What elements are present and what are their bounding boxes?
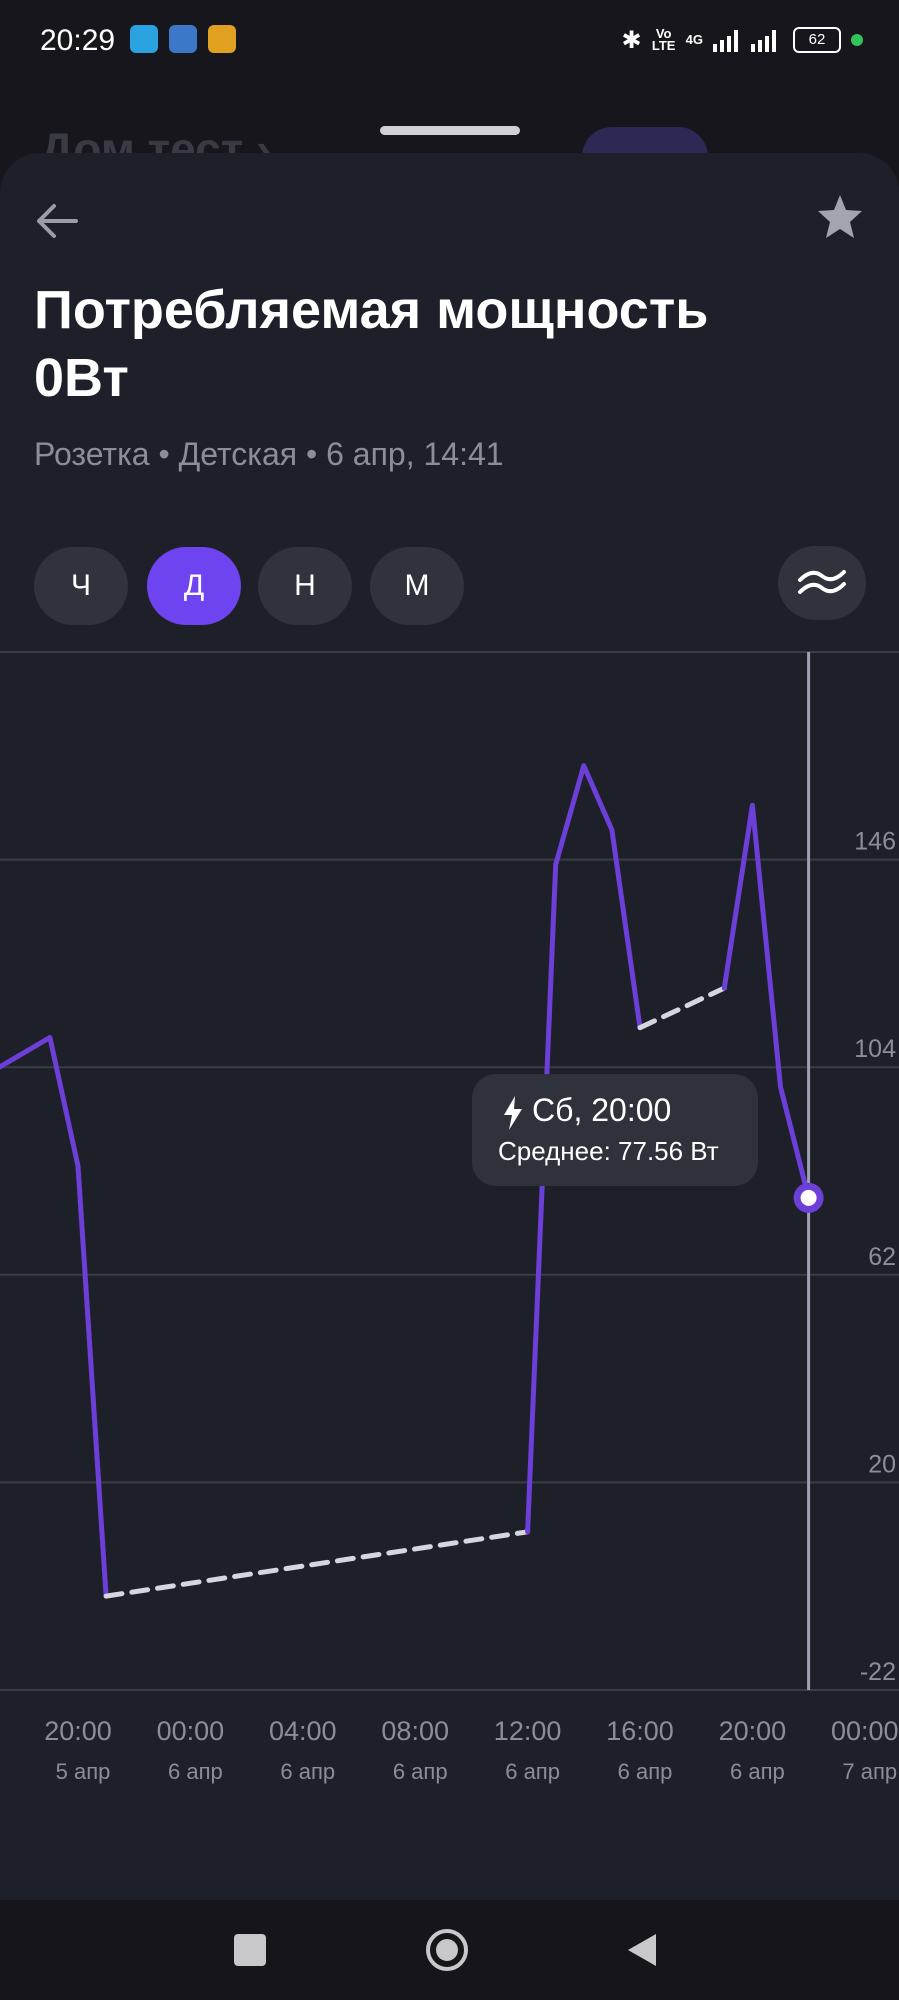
x-tick-time: 04:00 bbox=[269, 1716, 337, 1746]
x-tick-date: 5 апр bbox=[56, 1759, 111, 1784]
y-tick-label: -22 bbox=[860, 1658, 896, 1686]
x-tick-date: 6 апр bbox=[505, 1759, 560, 1784]
lightning-icon bbox=[504, 1096, 522, 1130]
series-gap-line bbox=[103, 1529, 531, 1599]
sheet-grab-handle[interactable] bbox=[380, 126, 520, 135]
x-tick-time: 12:00 bbox=[494, 1716, 562, 1746]
x-tick-date: 6 апр bbox=[280, 1759, 335, 1784]
x-tick-date: 6 апр bbox=[168, 1759, 223, 1784]
x-tick-date: 6 апр bbox=[393, 1759, 448, 1784]
device-subtitle: Розетка • Детская • 6 апр, 14:41 bbox=[34, 436, 504, 472]
status-icons: ✱ Vo LTE 4G 62 bbox=[622, 24, 863, 56]
y-tick-label: 62 bbox=[868, 1243, 896, 1271]
y-tick-label: 20 bbox=[868, 1450, 896, 1478]
highlight-point-center bbox=[800, 1189, 817, 1206]
x-tick-date: 6 апр bbox=[730, 1759, 785, 1784]
x-tick-time: 08:00 bbox=[381, 1716, 449, 1746]
x-tick-time: 20:00 bbox=[44, 1716, 112, 1746]
volte-label: Vo LTE bbox=[651, 26, 676, 53]
system-nav-bar bbox=[0, 1900, 899, 2000]
title-metric: Потребляемая мощность bbox=[34, 280, 709, 340]
recents-icon[interactable] bbox=[230, 1930, 270, 1970]
title-value: 0Вт bbox=[34, 348, 129, 408]
status-bar: 20:29 ✱ Vo LTE 4G 62 bbox=[0, 0, 899, 82]
status-time: 20:29 bbox=[40, 24, 116, 57]
x-tick-time: 16:00 bbox=[606, 1716, 674, 1746]
x-tick-date: 7 апр bbox=[842, 1759, 897, 1784]
battery-icon: 62 bbox=[793, 27, 841, 53]
info-app-icon bbox=[208, 25, 236, 53]
telegram-icon bbox=[130, 25, 158, 53]
power-chart[interactable]: 146 104 62 20 -22 20:00 5 апр 00:00 6 апр 04:00 6 … bbox=[0, 494, 899, 1794]
page-title: Потребляемая мощность 0Вт bbox=[34, 276, 854, 412]
x-tick-time: 00:00 bbox=[831, 1716, 899, 1746]
signal-icon bbox=[713, 30, 776, 52]
x-tick-time: 20:00 bbox=[719, 1716, 787, 1746]
series-gap-line bbox=[637, 985, 727, 1031]
back-nav-icon[interactable] bbox=[622, 1930, 662, 1970]
background-page: Дом тест › bbox=[0, 82, 899, 187]
favorite-star-icon[interactable] bbox=[812, 189, 868, 245]
privacy-indicator bbox=[851, 34, 863, 46]
tooltip-title: Сб, 20:00 bbox=[532, 1092, 672, 1128]
network-type: 4G bbox=[685, 32, 703, 47]
series-line bbox=[0, 1035, 109, 1599]
gallery-app-icon bbox=[169, 25, 197, 53]
tooltip-value: Среднее: 77.56 Вт bbox=[498, 1136, 719, 1166]
chart-tooltip: Сб, 20:00 Среднее: 77.56 Вт bbox=[472, 1074, 758, 1186]
y-tick-label: 104 bbox=[854, 1035, 896, 1063]
x-tick-time: 00:00 bbox=[157, 1716, 225, 1746]
back-arrow-icon[interactable] bbox=[30, 191, 90, 251]
y-tick-label: 146 bbox=[854, 828, 896, 856]
x-tick-date: 6 апр bbox=[618, 1759, 673, 1784]
bluetooth-icon: ✱ bbox=[621, 26, 642, 54]
home-icon[interactable] bbox=[424, 1927, 470, 1973]
